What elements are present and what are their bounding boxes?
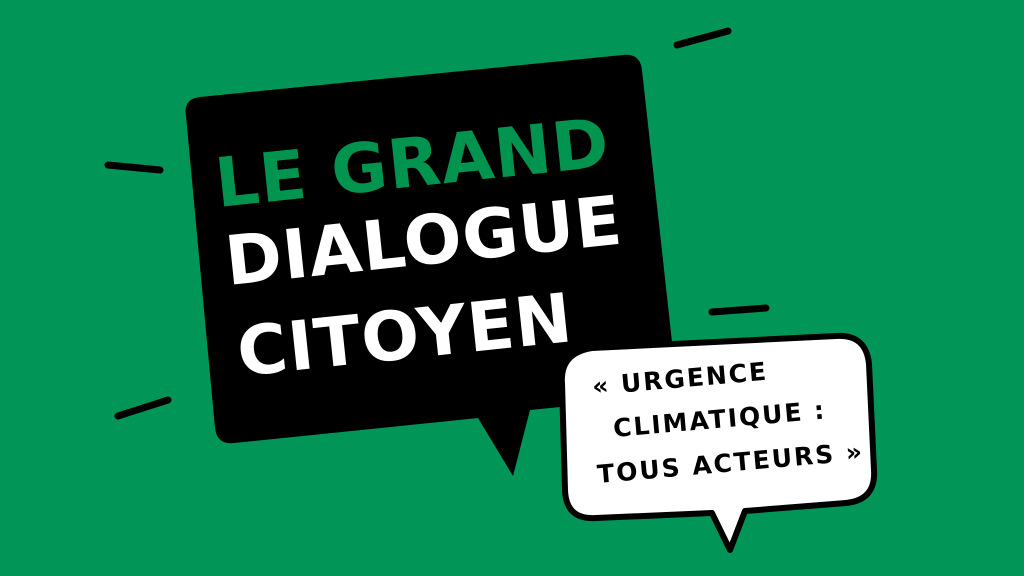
poster-artwork: LE GRAND DIALOGUE CITOYEN « URGENCE CLIM… xyxy=(0,0,1024,576)
accent-mark-left-top xyxy=(104,161,164,174)
accent-mark-right xyxy=(708,304,770,316)
poster-canvas: LE GRAND DIALOGUE CITOYEN « URGENCE CLIM… xyxy=(0,0,1024,576)
main-bubble-text: LE GRAND DIALOGUE CITOYEN xyxy=(212,104,627,393)
